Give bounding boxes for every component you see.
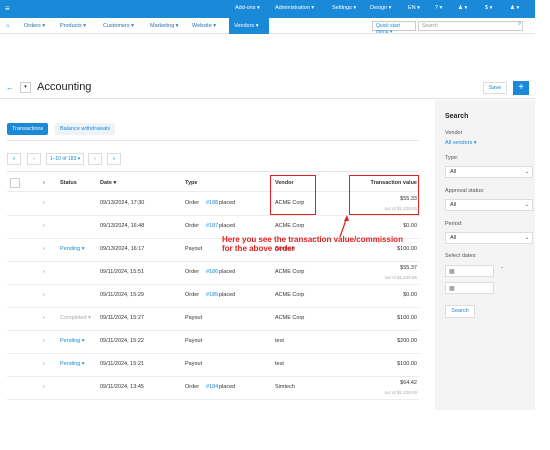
annotation-line-1: Here you see the transaction value/commi…: [222, 235, 403, 244]
annotation-text: Here you see the transaction value/commi…: [222, 235, 403, 253]
page-footer: [0, 410, 550, 450]
annotation-arrow: [339, 215, 349, 238]
annotation-line-2: for the above order: [222, 244, 295, 253]
